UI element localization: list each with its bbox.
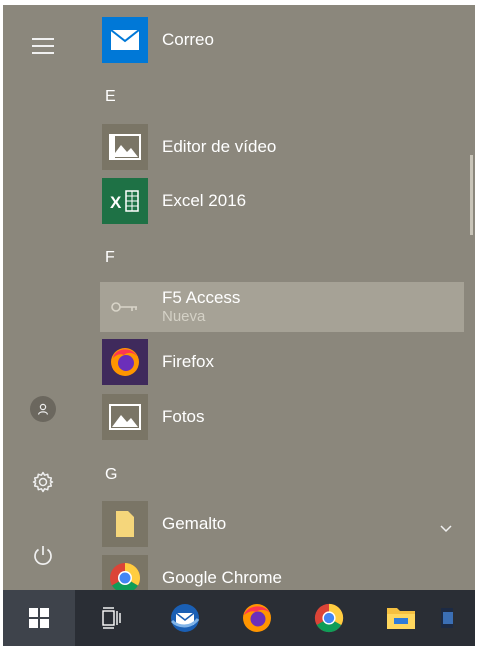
app-f5-access[interactable]: F5 Access Nueva (100, 282, 464, 332)
video-editor-icon (102, 124, 148, 170)
file-explorer-icon[interactable] (365, 590, 437, 646)
app-label: Excel 2016 (162, 191, 247, 210)
app-label: F5 Access (162, 288, 241, 307)
app-label: Correo (162, 30, 214, 49)
gear-icon[interactable] (25, 464, 61, 500)
app-fotos[interactable]: Fotos (100, 392, 464, 442)
firefox-icon (102, 339, 148, 385)
task-view-icon[interactable] (75, 590, 149, 646)
windows-start-icon[interactable] (3, 590, 75, 646)
taskbar (3, 590, 475, 646)
app-excel[interactable]: X Excel 2016 (100, 176, 464, 226)
chrome-icon (102, 555, 148, 590)
chevron-down-icon[interactable] (437, 519, 455, 537)
app-editor-video[interactable]: Editor de vídeo (100, 122, 464, 172)
mail-icon (102, 17, 148, 63)
new-badge: Nueva (162, 308, 206, 325)
app-label: Firefox (162, 352, 214, 371)
app-firefox[interactable]: Firefox (100, 337, 464, 387)
firefox-icon[interactable] (221, 590, 293, 646)
app-google-chrome[interactable]: Google Chrome (100, 553, 464, 590)
app-label: Google Chrome (162, 568, 283, 587)
app-icon[interactable] (437, 590, 457, 646)
scrollbar[interactable] (470, 155, 473, 235)
app-label: Gemalto (162, 514, 227, 533)
hamburger-icon[interactable] (25, 28, 61, 64)
section-header-e[interactable]: E (105, 88, 116, 106)
app-correo[interactable]: Correo (100, 15, 464, 65)
start-rail (3, 5, 85, 590)
key-icon (102, 284, 148, 330)
svg-text:X: X (110, 193, 122, 212)
chrome-icon[interactable] (293, 590, 365, 646)
app-label: Fotos (162, 407, 205, 426)
app-list: Correo E Editor de vídeo X Excel 2016 F … (93, 5, 475, 590)
app-label: Editor de vídeo (162, 137, 277, 156)
photos-icon (102, 394, 148, 440)
start-menu: Correo E Editor de vídeo X Excel 2016 F … (3, 5, 475, 590)
folder-icon (102, 501, 148, 547)
power-icon[interactable] (25, 537, 61, 573)
user-icon[interactable] (25, 391, 61, 427)
app-gemalto-folder[interactable]: Gemalto (100, 499, 464, 549)
section-header-g[interactable]: G (105, 466, 117, 484)
thunderbird-icon[interactable] (149, 590, 221, 646)
excel-icon: X (102, 178, 148, 224)
section-header-f[interactable]: F (105, 249, 115, 267)
